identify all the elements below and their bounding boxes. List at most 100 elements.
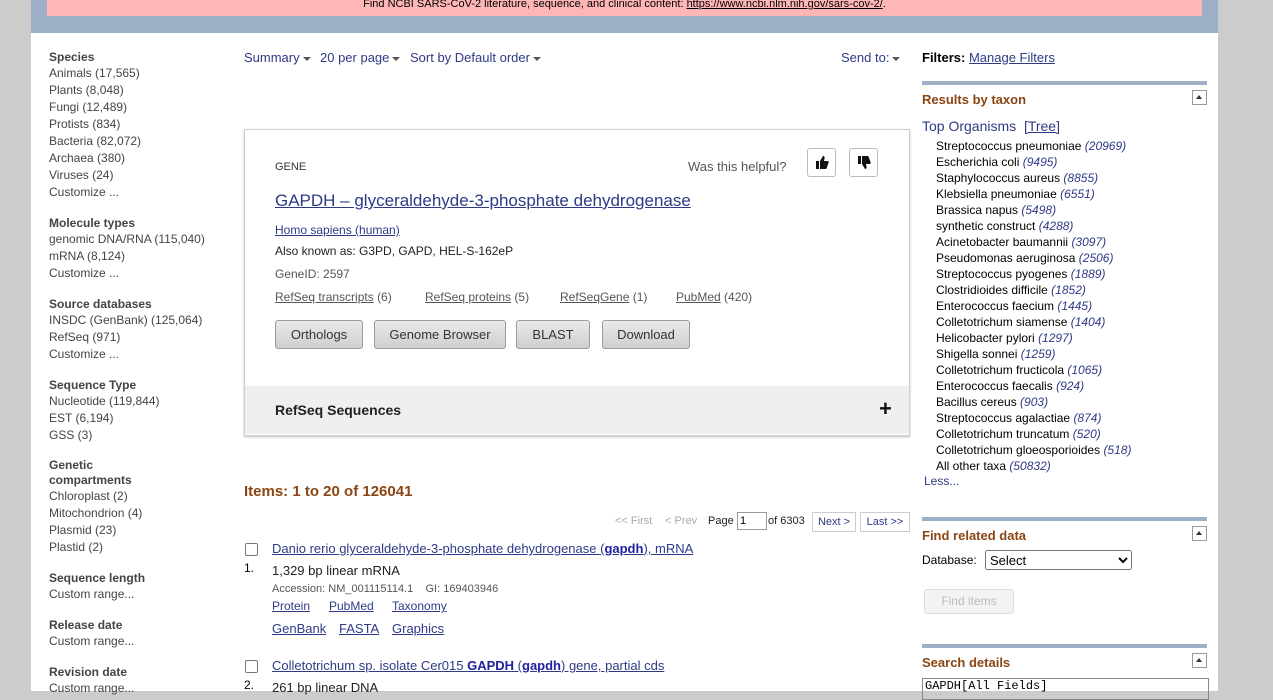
collapse-icon[interactable]	[1192, 653, 1207, 668]
genome-browser-button[interactable]: Genome Browser	[374, 320, 506, 349]
find-related-data-title: Find related data	[922, 528, 1027, 543]
gene-link-refseq-proteins: RefSeq proteins (5)	[425, 290, 530, 304]
filter-group-title: Molecule types	[49, 216, 136, 230]
organism-item[interactable]: All other taxa (50832)	[936, 458, 1051, 474]
send-to-dropdown[interactable]: Send to:	[841, 50, 901, 65]
filter-group: Genetic compartments Chloroplast (2) Mitoc…	[49, 458, 142, 556]
filter-option[interactable]: Customize ...	[49, 265, 205, 282]
organism-item[interactable]: Bacillus cereus (903)	[936, 394, 1048, 410]
organism-item[interactable]: Clostridioides difficile (1852)	[936, 282, 1086, 298]
result-link-pubmed[interactable]: PubMed	[329, 599, 374, 613]
filter-option[interactable]: Custom range...	[49, 680, 134, 697]
organism-item[interactable]: Helicobacter pylori (1297)	[936, 330, 1073, 346]
result-link-taxonomy[interactable]: Taxonomy	[392, 599, 447, 613]
gene-organism-link[interactable]: Homo sapiens (human)	[275, 223, 400, 237]
filter-option[interactable]: genomic DNA/RNA (115,040)	[49, 231, 205, 248]
banner-link[interactable]: https://www.ncbi.nlm.nih.gov/sars-cov-2/	[687, 0, 883, 10]
pager-next[interactable]: Next >	[812, 512, 856, 532]
sort-dropdown[interactable]: Sort by Default order	[410, 50, 541, 65]
organism-item[interactable]: Streptococcus pyogenes (1889)	[936, 266, 1105, 282]
less-link[interactable]: Less...	[924, 474, 959, 488]
organism-item[interactable]: Pseudomonas aeruginosa (2506)	[936, 250, 1113, 266]
filter-option[interactable]: mRNA (8,124)	[49, 248, 205, 265]
organism-item[interactable]: synthetic construct (4288)	[936, 218, 1073, 234]
filter-option[interactable]: Customize ...	[49, 184, 141, 201]
filter-group-title: Source databases	[49, 297, 152, 311]
filter-option[interactable]: Animals (17,565)	[49, 65, 141, 82]
result-title-link[interactable]: Colletotrichum sp. isolate Cer015 GAPDH …	[272, 658, 664, 673]
result-checkbox[interactable]	[245, 543, 258, 556]
filter-option[interactable]: Customize ...	[49, 346, 202, 363]
filter-option[interactable]: INSDC (GenBank) (125,064)	[49, 312, 202, 329]
refseq-sequences-label: RefSeq Sequences	[275, 402, 402, 418]
organism-item[interactable]: Staphylococcus aureus (8855)	[936, 170, 1098, 186]
filter-option[interactable]: Archaea (380)	[49, 150, 141, 167]
results-count: Items: 1 to 20 of 126041	[244, 483, 413, 500]
filter-option[interactable]: Bacteria (82,072)	[49, 133, 141, 150]
filter-option[interactable]: Plants (8,048)	[49, 82, 141, 99]
result-checkbox[interactable]	[245, 660, 258, 673]
page-number-input[interactable]	[737, 512, 767, 530]
organism-item[interactable]: Escherichia coli (9495)	[936, 154, 1057, 170]
tree-link[interactable]: [Tree]	[1024, 118, 1060, 134]
result-link-fasta[interactable]: FASTA	[339, 621, 379, 636]
search-details-textbox[interactable]: GAPDH[All Fields]	[922, 678, 1209, 700]
result-link-genbank[interactable]: GenBank	[272, 621, 326, 636]
result-link-protein[interactable]: Protein	[272, 599, 310, 613]
blast-button[interactable]: BLAST	[516, 320, 590, 349]
organism-item[interactable]: Brassica napus (5498)	[936, 202, 1056, 218]
filter-group: Species Animals (17,565) Plants (8,048) Fun…	[49, 50, 141, 201]
filter-option[interactable]: Custom range...	[49, 633, 134, 650]
organism-item[interactable]: Enterococcus faecium (1445)	[936, 298, 1092, 314]
collapse-icon[interactable]	[1192, 526, 1207, 541]
filter-option[interactable]: GSS (3)	[49, 427, 160, 444]
filter-option[interactable]: Chloroplast (2)	[49, 488, 142, 505]
filter-option[interactable]: Nucleotide (119,844)	[49, 393, 160, 410]
filter-option[interactable]: Custom range...	[49, 586, 145, 603]
organism-item[interactable]: Shigella sonnei (1259)	[936, 346, 1055, 362]
gene-link-refseq-transcripts: RefSeq transcripts (6)	[275, 290, 392, 304]
download-button[interactable]: Download	[602, 320, 690, 349]
organism-item[interactable]: Colletotrichum fructicola (1065)	[936, 362, 1102, 378]
organism-item[interactable]: Colletotrichum siamense (1404)	[936, 314, 1105, 330]
organism-item[interactable]: Klebsiella pneumoniae (6551)	[936, 186, 1095, 202]
filter-group-title: Revision date	[49, 665, 128, 679]
find-items-button[interactable]: Find items	[924, 589, 1014, 614]
pager-first[interactable]: << First	[615, 515, 652, 527]
result-link-graphics[interactable]: Graphics	[392, 621, 444, 636]
filter-option[interactable]: Plasmid (23)	[49, 522, 142, 539]
thumbs-down-button[interactable]	[849, 148, 878, 177]
thumbs-up-button[interactable]	[807, 148, 836, 177]
organism-item[interactable]: Colletotrichum gloeosporioides (518)	[936, 442, 1131, 458]
filter-option[interactable]: Protists (834)	[49, 116, 141, 133]
summary-dropdown[interactable]: Summary	[244, 50, 311, 65]
gene-title-link[interactable]: GAPDH – glyceraldehyde-3-phosphate dehyd…	[275, 191, 691, 211]
filter-option[interactable]: Viruses (24)	[49, 167, 141, 184]
organism-item[interactable]: Streptococcus agalactiae (874)	[936, 410, 1101, 426]
filter-group: Sequence length Custom range...	[49, 571, 145, 603]
filter-option[interactable]: EST (6,194)	[49, 410, 160, 427]
result-title-link[interactable]: Danio rerio glyceraldehyde-3-phosphate d…	[272, 541, 693, 556]
organism-item[interactable]: Acinetobacter baumannii (3097)	[936, 234, 1106, 250]
filter-option[interactable]: Fungi (12,489)	[49, 99, 141, 116]
pager-page-label: Page	[708, 515, 734, 527]
organism-item[interactable]: Streptococcus pneumoniae (20969)	[936, 138, 1126, 154]
pager-last[interactable]: Last >>	[860, 512, 910, 532]
orthologs-button[interactable]: Orthologs	[275, 320, 363, 349]
database-select[interactable]: Select	[985, 550, 1132, 570]
filter-group: Release date Custom range...	[49, 618, 134, 650]
collapse-icon[interactable]	[1192, 90, 1207, 105]
filter-option[interactable]: RefSeq (971)	[49, 329, 202, 346]
per-page-dropdown[interactable]: 20 per page	[320, 50, 401, 65]
result-number: 1.	[244, 561, 255, 575]
manage-filters-link[interactable]: Manage Filters	[969, 50, 1055, 65]
organism-item[interactable]: Enterococcus faecalis (924)	[936, 378, 1084, 394]
pager-prev[interactable]: < Prev	[665, 515, 697, 527]
expand-plus-icon[interactable]: +	[879, 398, 892, 420]
chevron-down-icon	[892, 56, 901, 61]
filter-option[interactable]: Plastid (2)	[49, 539, 142, 556]
filter-group-title: Genetic compartments	[49, 458, 132, 487]
search-details-title: Search details	[922, 655, 1011, 670]
filter-option[interactable]: Mitochondrion (4)	[49, 505, 142, 522]
organism-item[interactable]: Colletotrichum truncatum (520)	[936, 426, 1101, 442]
